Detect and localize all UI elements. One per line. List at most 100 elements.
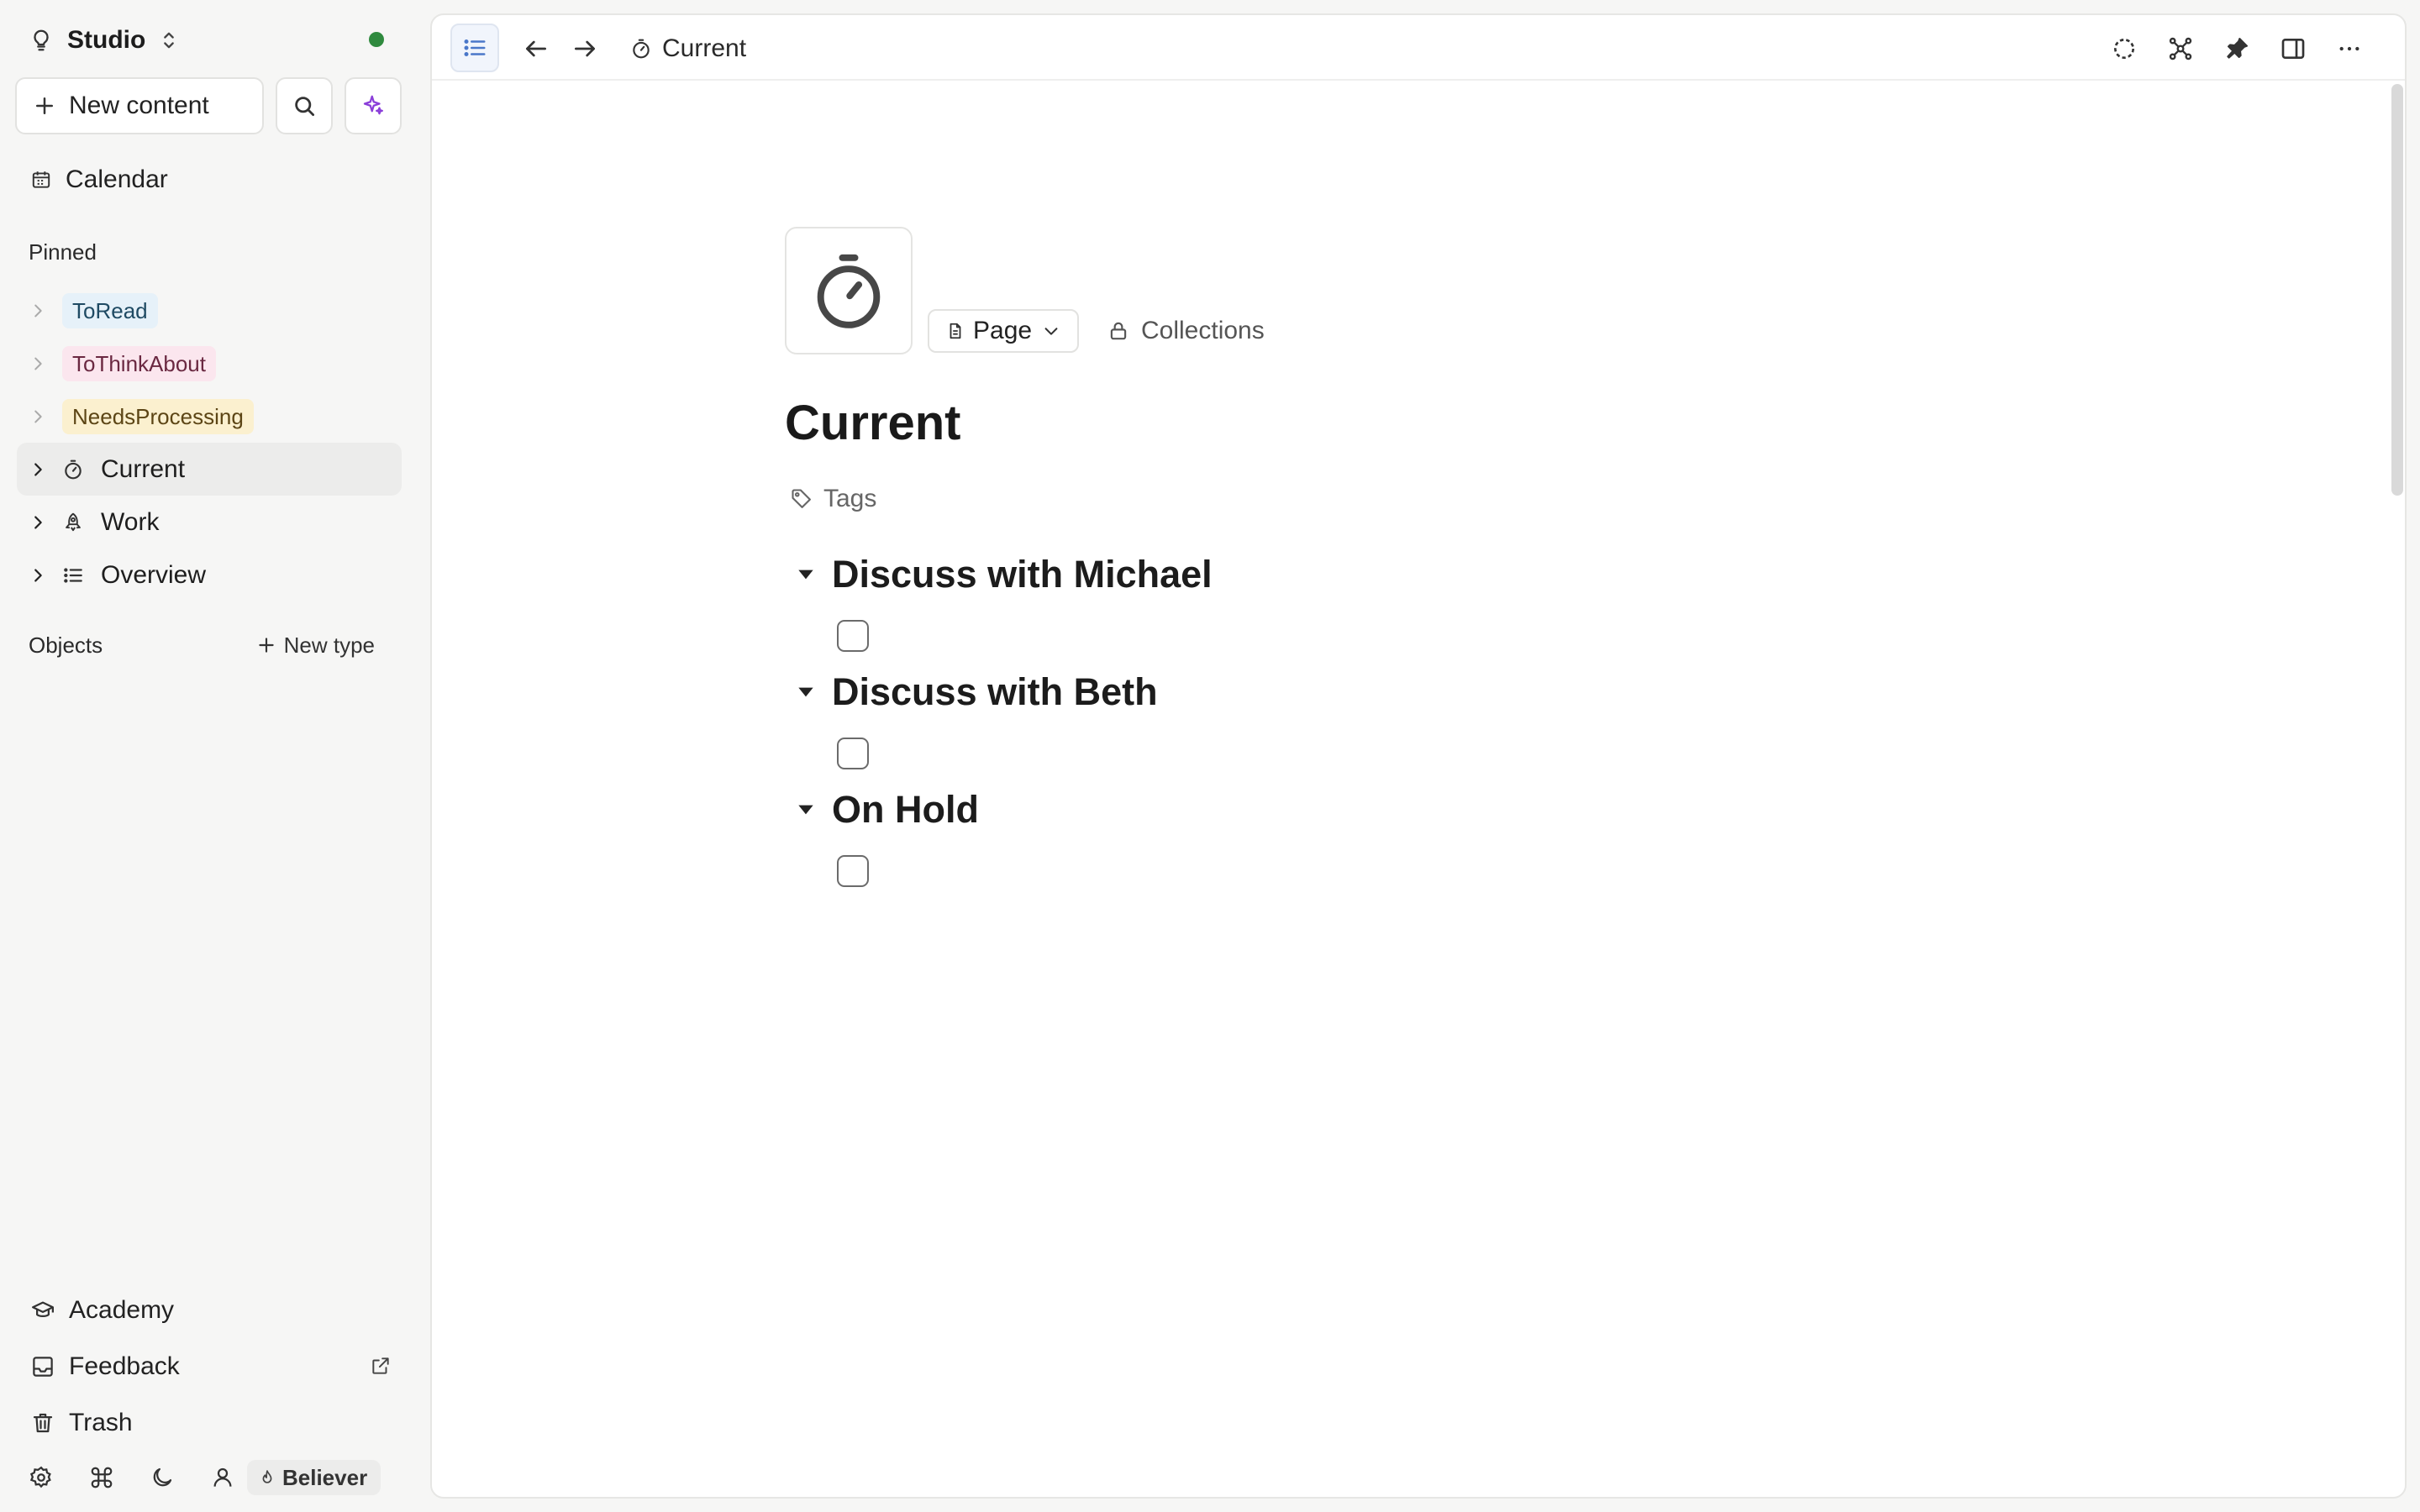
plus-icon bbox=[258, 638, 274, 653]
tag-chip-tothinkabout: ToThinkAbout bbox=[62, 345, 216, 381]
collections-button[interactable]: Collections bbox=[1107, 314, 1265, 348]
todo-checkbox[interactable] bbox=[837, 855, 869, 887]
toc-list-icon bbox=[464, 39, 486, 56]
pinned-item-label: Overview bbox=[101, 560, 207, 589]
toggle-header[interactable]: Discuss with Beth bbox=[785, 669, 1158, 716]
list-icon bbox=[64, 567, 82, 583]
membership-badge[interactable]: Believer bbox=[247, 1460, 381, 1495]
graph-icon[interactable] bbox=[2167, 35, 2194, 62]
chevron-right-icon[interactable] bbox=[29, 513, 47, 532]
more-options-icon[interactable] bbox=[2336, 35, 2363, 62]
sidebar-footer: Believer bbox=[29, 1458, 381, 1497]
inbox-icon bbox=[33, 1356, 53, 1377]
settings-gear-icon[interactable] bbox=[29, 1465, 54, 1490]
nav-academy[interactable]: Academy bbox=[30, 1282, 392, 1338]
sidebar: Studio New content Calendar Pinned ToRea… bbox=[0, 0, 415, 1512]
rocket-icon bbox=[66, 512, 81, 531]
workspace-name: Studio bbox=[67, 26, 146, 54]
main-panel: Current Page Collections Current Tags Di… bbox=[430, 13, 2407, 1499]
sidebar-toggle-icon[interactable] bbox=[2280, 35, 2307, 62]
workspace-switcher[interactable]: Studio bbox=[29, 24, 181, 57]
pinned-item-current[interactable]: Current bbox=[17, 443, 402, 496]
page-icon-tile[interactable] bbox=[785, 227, 913, 354]
calendar-icon bbox=[32, 171, 50, 188]
toggle-block: Discuss with Beth bbox=[785, 669, 1158, 769]
nav-trash[interactable]: Trash bbox=[30, 1394, 392, 1451]
tag-chip-needsprocessing: NeedsProcessing bbox=[62, 398, 254, 434]
breadcrumb[interactable]: Current bbox=[630, 32, 746, 66]
moon-icon[interactable] bbox=[150, 1465, 175, 1490]
flame-icon bbox=[262, 1470, 272, 1483]
nav-trash-label: Trash bbox=[69, 1408, 133, 1436]
scrollbar-thumb[interactable] bbox=[2391, 84, 2403, 496]
pinned-list: ToRead ToThinkAbout NeedsProcessing Curr… bbox=[17, 284, 402, 601]
user-icon[interactable] bbox=[210, 1465, 235, 1490]
tags-field[interactable]: Tags bbox=[790, 482, 876, 516]
command-key-icon[interactable] bbox=[89, 1465, 114, 1490]
chevron-up-down-icon bbox=[164, 32, 175, 49]
nav-feedback[interactable]: Feedback bbox=[30, 1338, 392, 1394]
pinned-item-overview[interactable]: Overview bbox=[17, 549, 402, 601]
todo-checkbox[interactable] bbox=[837, 620, 869, 652]
search-button[interactable] bbox=[276, 77, 333, 134]
toggle-title[interactable]: Discuss with Beth bbox=[832, 670, 1158, 714]
membership-badge-label: Believer bbox=[282, 1464, 368, 1490]
page-title[interactable]: Current bbox=[785, 395, 960, 451]
object-type-label: Page bbox=[973, 317, 1033, 344]
toggle-block: On Hold bbox=[785, 786, 979, 887]
breadcrumb-label: Current bbox=[662, 34, 747, 62]
topbar: Current bbox=[432, 15, 2405, 81]
toggle-title[interactable]: Discuss with Michael bbox=[832, 553, 1213, 596]
lock-icon bbox=[1110, 322, 1127, 340]
chevron-right-icon[interactable] bbox=[29, 354, 47, 373]
collections-label: Collections bbox=[1141, 317, 1265, 344]
table-of-contents-button[interactable] bbox=[450, 24, 499, 72]
chevron-right-icon[interactable] bbox=[29, 460, 47, 479]
pinned-item-tothinkabout[interactable]: ToThinkAbout bbox=[17, 337, 402, 390]
graduation-cap-icon bbox=[32, 1301, 54, 1317]
trash-icon bbox=[33, 1413, 53, 1432]
new-type-label: New type bbox=[283, 632, 375, 658]
focus-mode-icon[interactable] bbox=[2111, 35, 2138, 62]
chevron-down-icon bbox=[1044, 328, 1058, 335]
toggle-header[interactable]: On Hold bbox=[785, 786, 979, 833]
sparkle-icon bbox=[363, 95, 383, 115]
pin-icon[interactable] bbox=[2223, 35, 2250, 62]
nav-calendar-label: Calendar bbox=[66, 165, 168, 193]
pinned-item-label: Work bbox=[101, 507, 160, 536]
pinned-item-work[interactable]: Work bbox=[17, 496, 402, 549]
pinned-item-label: Current bbox=[101, 454, 186, 483]
nav-calendar[interactable]: Calendar bbox=[30, 163, 168, 197]
objects-section-label: Objects bbox=[29, 632, 103, 658]
stopwatch-icon bbox=[817, 254, 881, 328]
triangle-down-icon[interactable] bbox=[795, 799, 817, 821]
ai-assistant-button[interactable] bbox=[345, 77, 402, 134]
new-type-button[interactable]: New type bbox=[255, 633, 375, 659]
chevron-right-icon[interactable] bbox=[29, 302, 47, 320]
new-content-button[interactable]: New content bbox=[15, 77, 264, 134]
plus-icon bbox=[36, 97, 53, 114]
stopwatch-icon bbox=[633, 39, 650, 59]
sidebar-bottom-nav: Academy Feedback Trash bbox=[30, 1282, 392, 1451]
chevron-right-icon[interactable] bbox=[29, 407, 47, 426]
new-content-label: New content bbox=[69, 92, 209, 119]
todo-checkbox[interactable] bbox=[837, 738, 869, 769]
pinned-section-label: Pinned bbox=[29, 239, 97, 265]
triangle-down-icon[interactable] bbox=[795, 681, 817, 703]
toggle-header[interactable]: Discuss with Michael bbox=[785, 551, 1213, 598]
forward-arrow-icon[interactable] bbox=[571, 35, 598, 62]
chevron-right-icon[interactable] bbox=[29, 566, 47, 585]
object-type-button[interactable]: Page bbox=[928, 309, 1080, 353]
external-link-icon bbox=[372, 1357, 389, 1374]
tag-chip-toread: ToRead bbox=[62, 292, 158, 328]
triangle-down-icon[interactable] bbox=[795, 564, 817, 585]
document-icon bbox=[950, 323, 961, 339]
toggle-block: Discuss with Michael bbox=[785, 551, 1213, 652]
pinned-item-toread[interactable]: ToRead bbox=[17, 284, 402, 337]
pinned-item-needsprocessing[interactable]: NeedsProcessing bbox=[17, 390, 402, 443]
toggle-title[interactable]: On Hold bbox=[832, 788, 979, 832]
nav-academy-label: Academy bbox=[69, 1295, 175, 1324]
back-arrow-icon[interactable] bbox=[523, 35, 550, 62]
search-icon bbox=[295, 97, 314, 116]
lightbulb-icon bbox=[34, 29, 49, 51]
